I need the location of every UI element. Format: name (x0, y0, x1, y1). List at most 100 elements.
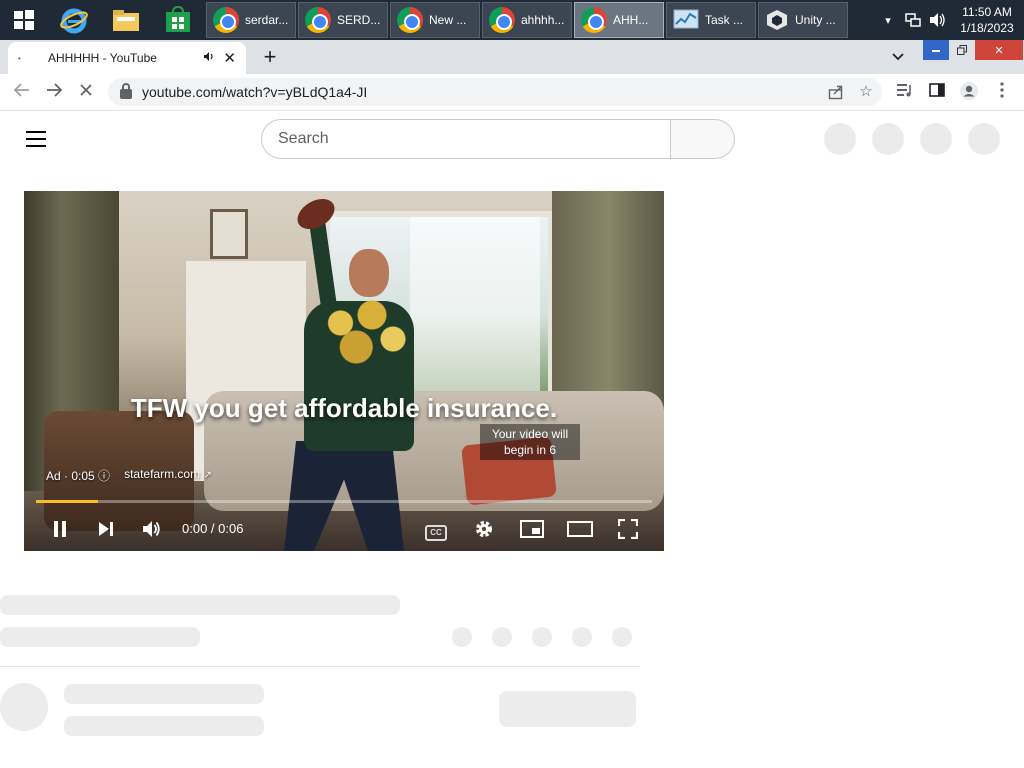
taskbar-item-label: Task ... (705, 13, 744, 27)
volume-icon[interactable] (138, 515, 166, 543)
time-display: 0:00 / 0:06 (182, 521, 244, 536)
youtube-search-button[interactable] (671, 119, 735, 159)
chrome-icon (397, 7, 423, 33)
system-tray: ▾ 11:50 AM 1/18/2023 (878, 0, 1024, 40)
window-controls: ✕ (923, 40, 1023, 60)
taskbar-item-chrome-5[interactable]: AHH... (574, 2, 664, 38)
taskbar-item-label: SERD... (337, 13, 381, 27)
pause-icon[interactable] (46, 515, 74, 543)
miniplayer-icon[interactable] (518, 515, 546, 543)
taskbar-item-unity[interactable]: Unity ... (758, 2, 848, 38)
header-placeholder-icon (920, 123, 952, 155)
taskbar-item-chrome-4[interactable]: ahhhh... (482, 2, 572, 38)
ad-info: Ad · 0:05 ⓘ statefarm.com ↗ (46, 467, 212, 484)
windows-start-icon[interactable] (0, 2, 48, 38)
video-scene-picture (210, 209, 248, 259)
bookmark-star-icon[interactable]: ☆ (854, 78, 878, 106)
header-placeholder-icon (872, 123, 904, 155)
ad-site-label: statefarm.com (124, 467, 201, 481)
chrome-icon (305, 7, 331, 33)
back-arrow-icon[interactable] (10, 81, 34, 105)
loading-favicon-icon: • (18, 53, 21, 63)
skeleton-action (612, 627, 632, 647)
restore-window-icon[interactable] (949, 40, 975, 60)
ad-link[interactable]: statefarm.com ↗ (124, 467, 212, 484)
chrome-icon (581, 7, 607, 33)
close-tab-icon[interactable]: ✕ (223, 49, 236, 67)
next-icon[interactable] (92, 515, 120, 543)
taskbar-item-chrome-3[interactable]: New ... (390, 2, 480, 38)
ad-caption: TFW you get affordable insurance. (130, 393, 558, 423)
task-manager-icon (673, 9, 699, 29)
taskbar-item-label: New ... (429, 13, 467, 27)
captions-icon[interactable]: CC (422, 515, 450, 543)
clock-time: 11:50 AM (962, 5, 1012, 19)
divider (0, 666, 640, 667)
hamburger-menu-icon[interactable] (26, 131, 46, 152)
stop-loading-icon[interactable] (74, 81, 98, 105)
taskbar-item-label: AHH... (613, 13, 649, 27)
new-tab-button[interactable]: + (258, 46, 282, 70)
network-icon[interactable] (904, 12, 922, 28)
tab-title: AHHHHH - YouTube (48, 51, 157, 65)
captions-label: CC (425, 525, 447, 541)
skeleton-subscribe-button (499, 691, 636, 727)
address-bar[interactable]: youtube.com/watch?v=yBLdQ1a4-JI ☆ (108, 78, 882, 106)
skeleton-action (532, 627, 552, 647)
browser-menu-icon[interactable] (990, 81, 1014, 105)
tab-search-chevron-icon[interactable] (886, 48, 910, 68)
audio-playing-icon[interactable] (203, 51, 215, 65)
forward-arrow-icon[interactable] (42, 81, 66, 105)
chrome-icon (489, 7, 515, 33)
taskbar-item-label: serdar... (245, 13, 289, 27)
system-clock[interactable]: 11:50 AM 1/18/2023 (950, 4, 1024, 36)
close-window-icon[interactable]: ✕ (975, 40, 1023, 60)
video-scene-chips (309, 291, 414, 371)
skeleton-channel-name (64, 684, 264, 704)
side-panel-icon[interactable] (925, 81, 949, 105)
video-scene-person (349, 249, 389, 297)
skip-countdown: Your video will begin in 6 (480, 424, 580, 460)
clock-date: 1/18/2023 (960, 21, 1014, 35)
tray-overflow-icon[interactable]: ▾ (878, 14, 898, 27)
fullscreen-icon[interactable] (614, 515, 642, 543)
theater-mode-icon[interactable] (566, 515, 594, 543)
media-controls-icon[interactable] (893, 81, 917, 105)
youtube-page: Search TFW you get affordable insurance.… (0, 111, 1024, 768)
skeleton-action (492, 627, 512, 647)
skeleton-avatar (0, 683, 48, 731)
video-progress-bar[interactable] (36, 500, 652, 503)
taskbar-item-label: Unity ... (795, 13, 836, 27)
taskbar-item-chrome-1[interactable]: serdar... (206, 2, 296, 38)
skeleton-action (572, 627, 592, 647)
player-controls: 0:00 / 0:06 CC (24, 509, 664, 549)
info-icon[interactable]: ⓘ (98, 469, 110, 483)
share-icon[interactable] (824, 78, 848, 106)
browser-toolbar: youtube.com/watch?v=yBLdQ1a4-JI ☆ (0, 74, 1024, 111)
taskbar-item-chrome-2[interactable]: SERD... (298, 2, 388, 38)
minimize-window-icon[interactable] (923, 40, 949, 60)
volume-icon[interactable] (928, 12, 946, 28)
skeleton-title (0, 595, 400, 615)
ad-label: Ad · 0:05 (46, 469, 95, 483)
skeleton-action (452, 627, 472, 647)
header-placeholder-icon (968, 123, 1000, 155)
unity-icon (767, 10, 787, 30)
browser-tab-active[interactable]: • AHHHHH - YouTube ✕ (8, 42, 246, 74)
taskbar-item-task-manager[interactable]: Task ... (666, 2, 756, 38)
file-explorer-icon[interactable] (100, 2, 152, 38)
settings-gear-icon[interactable] (470, 515, 498, 543)
address-url: youtube.com/watch?v=yBLdQ1a4-JI (142, 84, 368, 100)
store-icon[interactable] (152, 2, 204, 38)
internet-explorer-icon[interactable] (48, 2, 100, 38)
video-player[interactable]: TFW you get affordable insurance. Your v… (24, 191, 664, 551)
progress-fill (36, 500, 98, 503)
youtube-search-input[interactable]: Search (261, 119, 671, 159)
windows-taskbar: serdar... SERD... New ... ahhhh... AHH..… (0, 0, 1024, 40)
skeleton-subscriber-count (64, 716, 264, 736)
browser-tab-strip: • AHHHHH - YouTube ✕ + ✕ (0, 40, 1024, 74)
profile-avatar-icon[interactable] (957, 81, 981, 105)
ad-badge: Ad · 0:05 ⓘ (46, 467, 110, 484)
lock-icon[interactable] (120, 83, 132, 99)
external-link-icon: ↗ (203, 470, 212, 481)
